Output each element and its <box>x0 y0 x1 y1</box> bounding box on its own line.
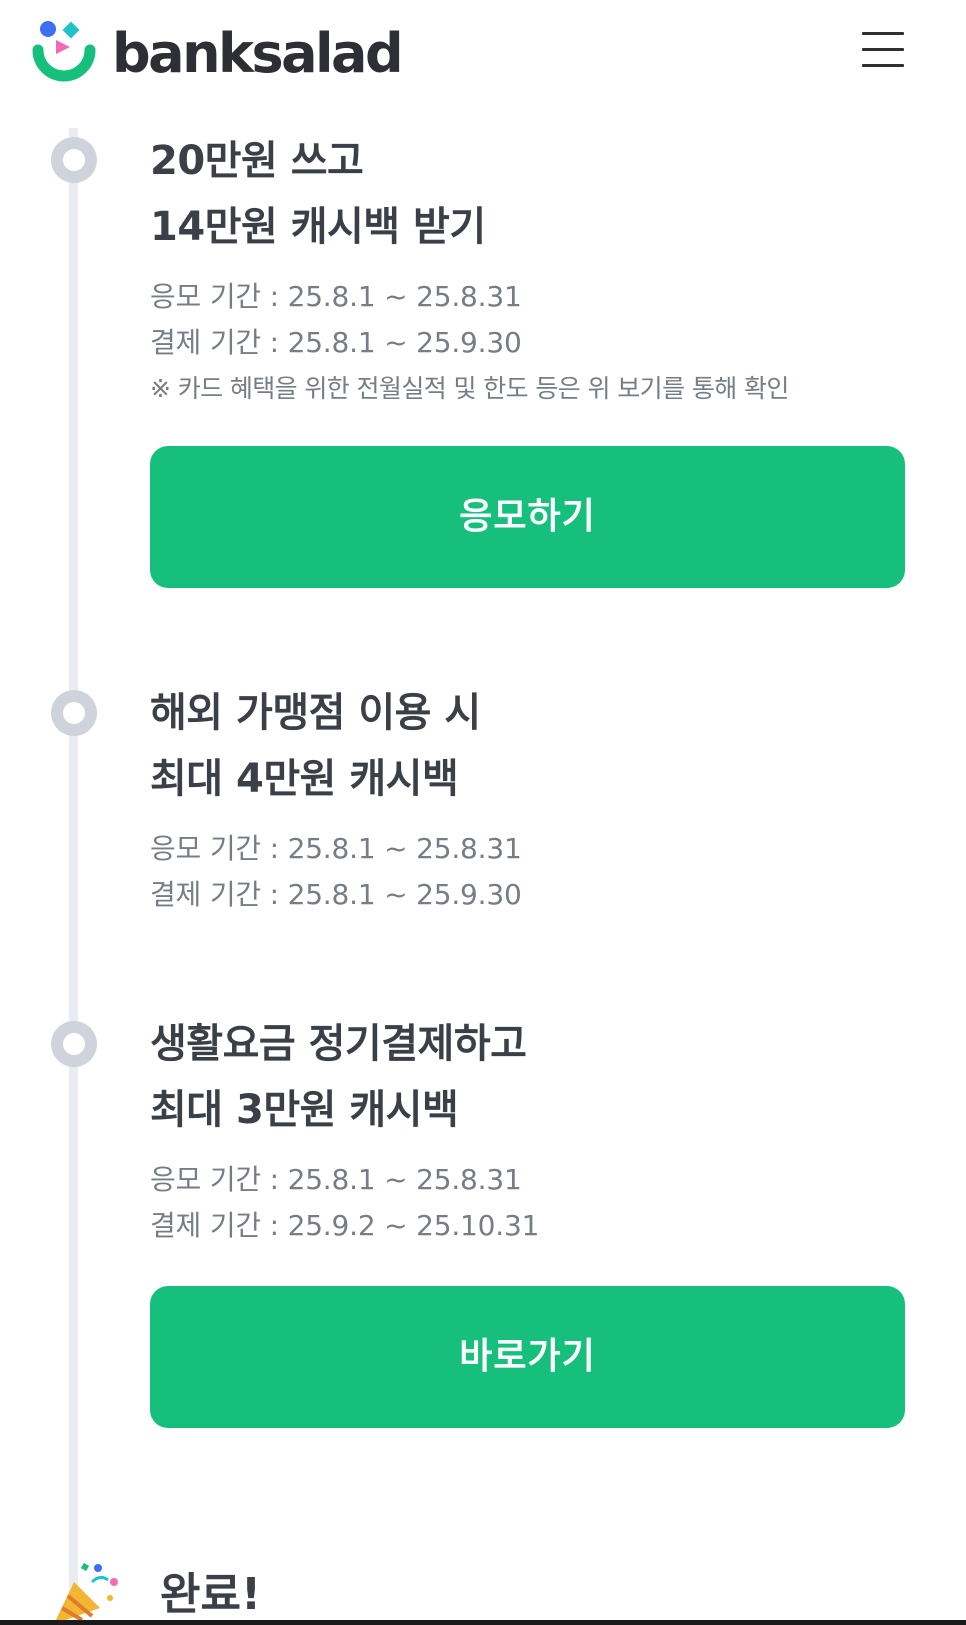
party-popper-icon <box>54 1562 118 1624</box>
hamburger-menu-icon <box>862 32 904 35</box>
event-item: 20만원 쓰고 14만원 캐시백 받기 응모 기간 : 25.8.1 ~ 25.… <box>150 128 910 412</box>
event-item: 생활요금 정기결제하고 최대 3만원 캐시백 응모 기간 : 25.8.1 ~ … <box>150 1011 910 1249</box>
timeline-dot-icon <box>51 137 97 183</box>
hamburger-menu-icon-line <box>862 48 904 51</box>
event-title-line1: 생활요금 정기결제하고 <box>150 1021 527 1067</box>
timeline-line <box>69 128 78 1598</box>
event-title-line1: 20만원 쓰고 <box>150 138 364 184</box>
event-title-line2: 최대 3만원 캐시백 <box>150 1087 459 1133</box>
payment-period: 결제 기간 : 25.8.1 ~ 25.9.30 <box>150 326 522 359</box>
event-title-line1: 해외 가맹점 이용 시 <box>150 690 481 736</box>
bottom-edge-bar <box>0 1620 966 1625</box>
timeline-dot-icon <box>51 1021 97 1067</box>
done-title: 완료! <box>160 1569 262 1620</box>
banksalad-logo-icon <box>32 21 96 82</box>
event-title-line2: 최대 4만원 캐시백 <box>150 756 459 802</box>
payment-period: 결제 기간 : 25.8.1 ~ 25.9.30 <box>150 878 522 911</box>
payment-period: 결제 기간 : 25.9.2 ~ 25.10.31 <box>150 1209 540 1242</box>
menu-button[interactable] <box>862 30 904 70</box>
go-button[interactable]: 바로가기 <box>150 1286 905 1428</box>
event-note: ※ 카드 혜택을 위한 전월실적 및 한도 등은 위 보기를 통해 확인 <box>150 374 789 403</box>
event-item: 해외 가맹점 이용 시 최대 4만원 캐시백 응모 기간 : 25.8.1 ~ … <box>150 680 910 918</box>
apply-period: 응모 기간 : 25.8.1 ~ 25.8.31 <box>150 280 522 313</box>
event-page: banksalad 20만원 쓰고 14만원 캐시백 받기 응모 기간 : 25… <box>0 0 966 1625</box>
timeline-dot-icon <box>51 690 97 736</box>
apply-button[interactable]: 응모하기 <box>150 446 905 588</box>
hamburger-menu-icon-line <box>862 64 904 67</box>
header: banksalad <box>0 0 966 110</box>
apply-period: 응모 기간 : 25.8.1 ~ 25.8.31 <box>150 1163 522 1196</box>
brand-name: banksalad <box>112 22 404 85</box>
apply-period: 응모 기간 : 25.8.1 ~ 25.8.31 <box>150 832 522 865</box>
banksalad-logo[interactable]: banksalad <box>32 20 404 90</box>
event-title-line2: 14만원 캐시백 받기 <box>150 204 486 250</box>
